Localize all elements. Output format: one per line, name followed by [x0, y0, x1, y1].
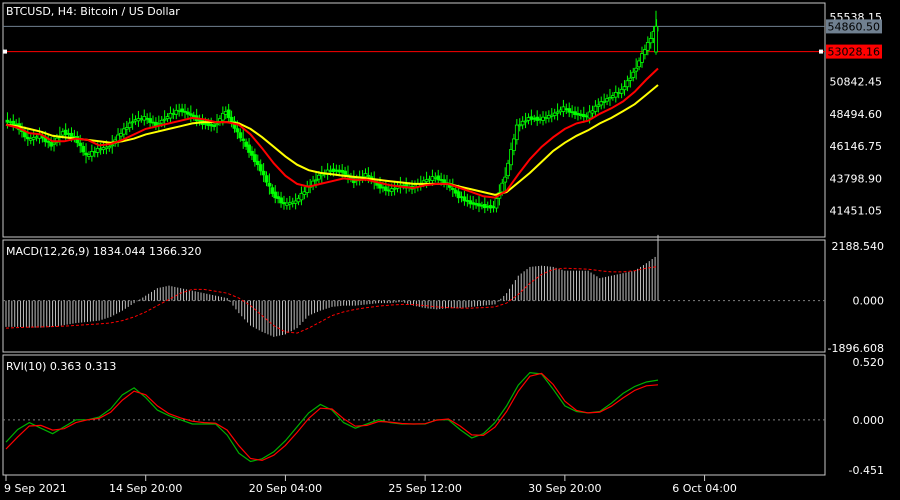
candle-body	[305, 186, 310, 193]
x-tick-label: 6 Oct 04:00	[672, 482, 737, 495]
candle-body	[514, 124, 519, 141]
rvi-tick-label: -0.451	[849, 464, 884, 477]
price-tick-label: 41451.05	[830, 205, 883, 218]
level-handle-right	[819, 49, 823, 54]
candle-body	[110, 144, 115, 147]
candle-body	[229, 116, 234, 122]
candle-body	[241, 138, 246, 141]
candle-body	[631, 71, 636, 78]
candle-body	[235, 128, 240, 133]
candle-body	[366, 174, 371, 177]
price-tick-label: 43798.90	[830, 172, 883, 185]
trading-chart[interactable]: 55538.1550842.4548494.6046146.7543798.90…	[0, 0, 900, 500]
candle-body	[238, 132, 243, 139]
candle-body	[130, 121, 135, 124]
rvi-title: RVI(10) 0.363 0.313	[6, 360, 116, 373]
current-price-label: 54860.50	[828, 20, 881, 33]
candle-body	[523, 120, 528, 123]
candle-body	[512, 138, 516, 151]
candle-body	[255, 160, 260, 166]
rvi-tick-label: 0.520	[853, 356, 885, 369]
candle-body	[628, 77, 633, 81]
candle-body	[314, 179, 318, 182]
candle-body	[622, 86, 627, 91]
x-tick-label: 25 Sep 12:00	[388, 482, 461, 495]
last-candle-body	[654, 26, 658, 53]
candle-body	[625, 80, 630, 88]
candle-body	[81, 146, 86, 153]
candle-body	[159, 119, 164, 124]
candle-body	[267, 182, 272, 187]
candle-body	[156, 123, 161, 126]
candle-body	[107, 146, 112, 149]
candle-body	[593, 105, 598, 112]
candle-body	[226, 109, 231, 119]
candle-body	[648, 38, 653, 44]
price-chart-title: BTCUSD, H4: Bitcoin / US Dollar	[6, 5, 180, 18]
candle-body	[608, 97, 612, 100]
candle-body	[494, 198, 499, 209]
candle-body	[261, 170, 266, 176]
candle-body	[503, 176, 508, 183]
macd-tick-label: 2188.540	[832, 240, 885, 253]
candle-body	[645, 42, 650, 51]
candle-body	[121, 128, 126, 135]
candle-body	[162, 118, 167, 121]
level-handle-left	[3, 49, 7, 54]
x-tick-label: 30 Sep 20:00	[528, 482, 601, 495]
price-tick-label: 50842.45	[830, 76, 883, 89]
candle-body	[343, 170, 347, 175]
x-tick-label: 9 Sep 2021	[4, 482, 67, 495]
candle-body	[450, 188, 455, 190]
price-tick-label: 46146.75	[830, 140, 883, 153]
x-tick-label: 20 Sep 04:00	[249, 482, 322, 495]
candle-body	[78, 142, 83, 147]
candle-body	[52, 142, 56, 145]
candle-body	[555, 111, 560, 114]
macd-tick-label: 0.000	[853, 295, 885, 308]
candle-body	[264, 175, 269, 183]
candle-body	[127, 122, 132, 129]
rvi-tick-label: 0.000	[853, 414, 885, 427]
candle-body	[215, 123, 219, 126]
level-price-label: 53028.16	[828, 46, 881, 59]
candle-body	[252, 154, 257, 163]
price-tick-label: 48494.60	[830, 108, 883, 121]
candle-body	[509, 149, 513, 166]
macd-tick-label: -1896.608	[828, 342, 884, 355]
candle-body	[258, 164, 263, 172]
candle-body	[500, 182, 505, 193]
candle-body	[634, 67, 639, 72]
macd-title: MACD(12,26,9) 1834.044 1366.320	[6, 245, 202, 258]
x-tick-label: 14 Sep 20:00	[109, 482, 182, 495]
candle-body	[212, 124, 217, 127]
